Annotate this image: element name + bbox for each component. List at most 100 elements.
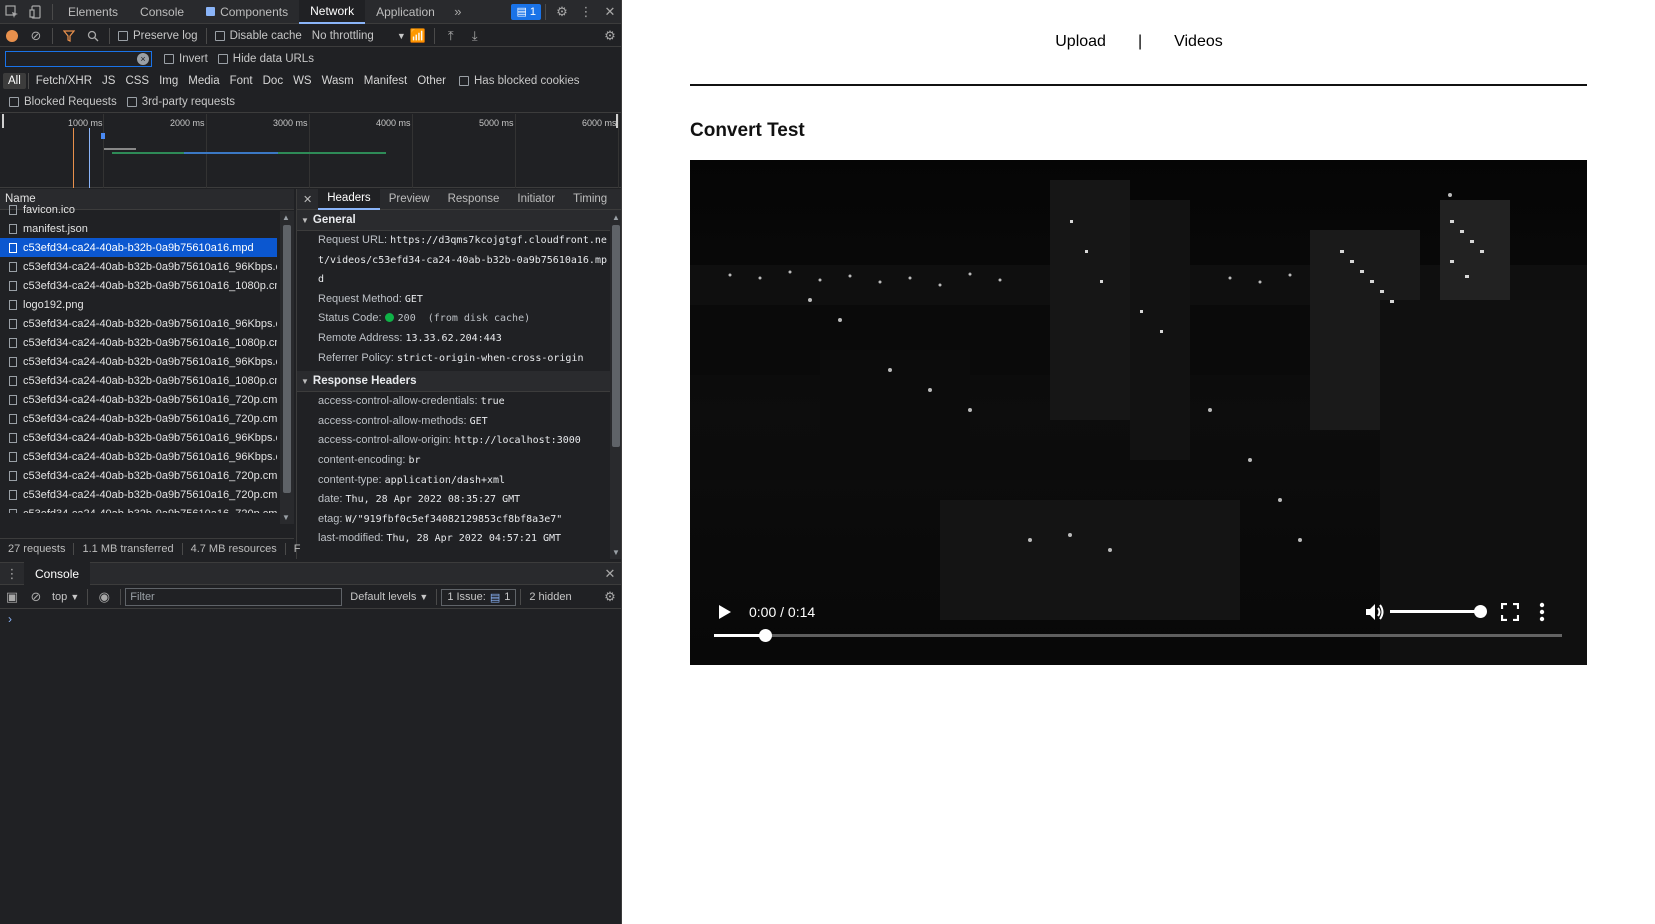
import-har-icon[interactable]: ⤒ xyxy=(439,25,463,47)
request-row[interactable]: c53efd34-ca24-40ab-b32b-0a9b75610a16_720… xyxy=(0,390,277,409)
play-button[interactable] xyxy=(718,604,734,622)
request-row[interactable]: c53efd34-ca24-40ab-b32b-0a9b75610a16_720… xyxy=(0,409,277,428)
tab-initiator[interactable]: Initiator xyxy=(508,189,564,210)
request-row[interactable]: c53efd34-ca24-40ab-b32b-0a9b75610a16_96K… xyxy=(0,257,277,276)
type-filter-font[interactable]: Font xyxy=(225,73,258,89)
device-toolbar-icon[interactable] xyxy=(24,1,48,23)
video-seek-bar[interactable] xyxy=(714,629,1562,642)
live-expression-eye-icon[interactable]: ◉ xyxy=(92,586,116,608)
request-row[interactable]: c53efd34-ca24-40ab-b32b-0a9b75610a16.mpd xyxy=(0,238,277,257)
response-headers-section-header[interactable]: ▼ Response Headers xyxy=(297,371,621,393)
export-har-icon[interactable]: ⤓ xyxy=(463,25,487,47)
network-settings-gear-icon[interactable]: ⚙ xyxy=(598,25,621,47)
nav-link-videos[interactable]: Videos xyxy=(1174,33,1223,51)
tab-network[interactable]: Network xyxy=(299,0,366,24)
request-row[interactable]: c53efd34-ca24-40ab-b32b-0a9b75610a16_720… xyxy=(0,504,277,513)
clear-filter-icon[interactable]: × xyxy=(137,53,149,65)
log-levels-select[interactable]: Default levels ▼ xyxy=(350,591,428,603)
network-timeline-overview[interactable]: 1000 ms 2000 ms 3000 ms 4000 ms 5000 ms … xyxy=(0,114,621,188)
nav-link-upload[interactable]: Upload xyxy=(1055,33,1106,51)
request-row[interactable]: c53efd34-ca24-40ab-b32b-0a9b75610a16_108… xyxy=(0,333,277,352)
close-detail-icon[interactable]: ✕ xyxy=(297,189,318,210)
request-row[interactable]: favicon.ico xyxy=(0,200,277,219)
search-icon[interactable] xyxy=(81,25,105,47)
third-party-checkbox[interactable]: 3rd-party requests xyxy=(126,96,235,108)
request-row[interactable]: c53efd34-ca24-40ab-b32b-0a9b75610a16_720… xyxy=(0,466,277,485)
show-sidebar-icon[interactable]: ▣ xyxy=(0,586,24,608)
throttling-select[interactable]: No throttling ▼ xyxy=(312,30,406,42)
invert-checkbox[interactable]: Invert xyxy=(164,53,208,65)
request-row[interactable]: c53efd34-ca24-40ab-b32b-0a9b75610a16_720… xyxy=(0,485,277,504)
tab-console[interactable]: Console xyxy=(129,0,195,24)
settings-gear-icon[interactable]: ⚙ xyxy=(550,1,574,23)
scrollbar-thumb[interactable] xyxy=(283,225,291,493)
more-tabs-icon[interactable]: » xyxy=(446,1,470,23)
type-filter-media[interactable]: Media xyxy=(183,73,224,89)
scrollbar-thumb[interactable] xyxy=(612,225,620,447)
console-settings-gear-icon[interactable]: ⚙ xyxy=(598,586,621,608)
volume-icon[interactable] xyxy=(1364,602,1386,625)
request-list-scrollbar[interactable]: ▲ ▼ xyxy=(280,211,294,524)
clear-icon[interactable]: ⊘ xyxy=(24,25,48,47)
scroll-down-icon[interactable]: ▼ xyxy=(612,548,620,557)
context-select[interactable]: top ▼ xyxy=(52,591,79,603)
console-filter-input[interactable]: Filter xyxy=(125,588,343,606)
filter-funnel-icon[interactable] xyxy=(57,25,81,47)
close-devtools-icon[interactable]: ✕ xyxy=(598,1,621,23)
request-row[interactable]: logo192.png xyxy=(0,295,277,314)
tab-components[interactable]: Components xyxy=(195,0,299,24)
general-section-header[interactable]: ▼ General xyxy=(297,210,621,231)
drawer-tab-console[interactable]: Console xyxy=(24,562,91,585)
tab-preview[interactable]: Preview xyxy=(380,189,439,210)
scroll-up-icon[interactable]: ▲ xyxy=(282,213,290,222)
record-button[interactable] xyxy=(0,25,24,47)
blocked-requests-checkbox[interactable]: Blocked Requests xyxy=(9,96,117,108)
request-row[interactable]: c53efd34-ca24-40ab-b32b-0a9b75610a16_96K… xyxy=(0,428,277,447)
tab-response[interactable]: Response xyxy=(439,189,509,210)
tab-timing[interactable]: Timing xyxy=(564,189,616,210)
console-issues-button[interactable]: 1 Issue: ▤ 1 xyxy=(441,588,517,606)
type-filter-other[interactable]: Other xyxy=(412,73,451,89)
preserve-log-checkbox[interactable]: Preserve log xyxy=(118,30,198,42)
close-drawer-icon[interactable]: ✕ xyxy=(598,563,621,585)
scroll-up-icon[interactable]: ▲ xyxy=(612,213,620,222)
type-filter-all[interactable]: All xyxy=(3,72,26,89)
request-row[interactable]: manifest.json xyxy=(0,219,277,238)
type-filter-doc[interactable]: Doc xyxy=(258,73,288,89)
filter-input[interactable]: × xyxy=(5,51,152,67)
request-row[interactable]: c53efd34-ca24-40ab-b32b-0a9b75610a16_96K… xyxy=(0,447,277,466)
request-row[interactable]: c53efd34-ca24-40ab-b32b-0a9b75610a16_108… xyxy=(0,371,277,390)
clear-console-icon[interactable]: ⊘ xyxy=(24,586,48,608)
tab-headers[interactable]: Headers xyxy=(318,188,380,210)
type-filter-css[interactable]: CSS xyxy=(120,73,154,89)
more-options-icon[interactable] xyxy=(1539,602,1545,625)
fullscreen-icon[interactable] xyxy=(1500,602,1520,624)
request-row[interactable]: c53efd34-ca24-40ab-b32b-0a9b75610a16_108… xyxy=(0,276,277,295)
video-seek-knob[interactable] xyxy=(758,629,772,642)
timeline-selection-handle[interactable] xyxy=(616,114,618,128)
type-filter-fetch-xhr[interactable]: Fetch/XHR xyxy=(31,73,97,89)
volume-slider[interactable] xyxy=(1390,605,1488,618)
video-player[interactable]: 0:00 / 0:14 xyxy=(690,160,1587,665)
type-filter-ws[interactable]: WS xyxy=(288,73,317,89)
type-filter-img[interactable]: Img xyxy=(154,73,183,89)
type-filter-wasm[interactable]: Wasm xyxy=(317,73,359,89)
has-blocked-cookies-checkbox[interactable]: Has blocked cookies xyxy=(459,75,579,87)
tab-application[interactable]: Application xyxy=(365,0,446,24)
hide-data-urls-checkbox[interactable]: Hide data URLs xyxy=(217,53,314,65)
request-row[interactable]: c53efd34-ca24-40ab-b32b-0a9b75610a16_96K… xyxy=(0,314,277,333)
issues-badge[interactable]: ▤ 1 xyxy=(511,3,541,20)
request-row[interactable]: c53efd34-ca24-40ab-b32b-0a9b75610a16_96K… xyxy=(0,352,277,371)
drawer-menu-icon[interactable]: ⋮ xyxy=(0,563,24,585)
type-filter-js[interactable]: JS xyxy=(97,73,120,89)
console-prompt[interactable]: › xyxy=(8,612,12,626)
type-filter-manifest[interactable]: Manifest xyxy=(359,73,412,89)
timeline-selection-handle[interactable] xyxy=(2,114,4,128)
inspect-element-icon[interactable] xyxy=(0,1,24,23)
more-options-icon[interactable]: ⋮ xyxy=(574,1,598,23)
network-conditions-icon[interactable]: 📶 xyxy=(406,25,430,47)
tab-elements[interactable]: Elements xyxy=(57,0,129,24)
scroll-down-icon[interactable]: ▼ xyxy=(282,513,290,522)
detail-scrollbar[interactable]: ▲ ▼ xyxy=(610,211,621,559)
disable-cache-checkbox[interactable]: Disable cache xyxy=(214,30,302,42)
